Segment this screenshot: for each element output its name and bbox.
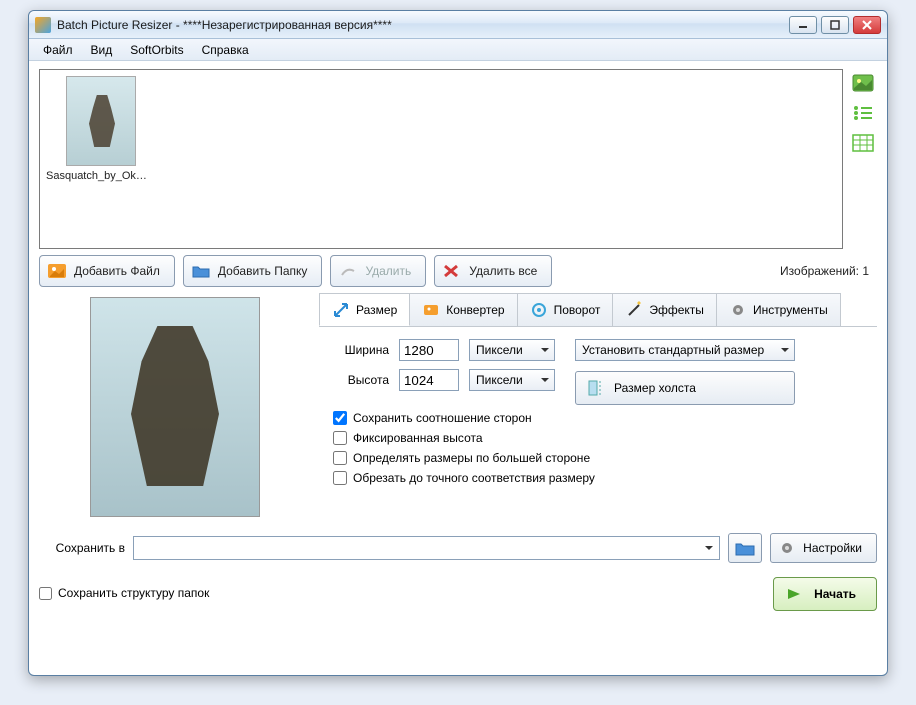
thumbnail-image xyxy=(66,76,136,166)
crop-exact-label: Обрезать до точного соответствия размеру xyxy=(353,471,595,485)
details-view-icon[interactable] xyxy=(851,133,875,153)
menu-file[interactable]: Файл xyxy=(35,41,81,59)
play-icon xyxy=(786,587,804,601)
preview-image xyxy=(90,297,260,517)
window-title: Batch Picture Resizer - ****Незарегистри… xyxy=(57,18,789,32)
keep-folder-structure-label: Сохранить структуру папок xyxy=(58,586,209,600)
image-count: Изображений: 1 xyxy=(780,264,877,278)
tab-converter-label: Конвертер xyxy=(446,303,504,317)
width-unit-select[interactable]: Пиксели xyxy=(469,339,555,361)
tab-rotate-label: Поворот xyxy=(554,303,601,317)
save-path-combo[interactable] xyxy=(133,536,720,560)
app-window: Batch Picture Resizer - ****Незарегистри… xyxy=(28,10,888,676)
list-view-icon[interactable] xyxy=(851,103,875,123)
detect-longer-label: Определять размеры по большей стороне xyxy=(353,451,590,465)
gear-icon xyxy=(779,540,795,556)
titlebar[interactable]: Batch Picture Resizer - ****Незарегистри… xyxy=(29,11,887,39)
delete-all-label: Удалить все xyxy=(469,264,537,278)
height-label: Высота xyxy=(333,373,389,387)
start-label: Начать xyxy=(814,587,856,601)
fixed-height-label: Фиксированная высота xyxy=(353,431,483,445)
delete-label: Удалить xyxy=(365,264,411,278)
preview-pane xyxy=(39,293,311,521)
detect-longer-checkbox[interactable] xyxy=(333,451,347,465)
width-label: Ширина xyxy=(333,343,389,357)
file-toolbar: Добавить Файл Добавить Папку Удалить Уда… xyxy=(39,255,877,287)
add-file-button[interactable]: Добавить Файл xyxy=(39,255,175,287)
tab-converter[interactable]: Конвертер xyxy=(409,293,517,326)
add-folder-label: Добавить Папку xyxy=(218,264,308,278)
keep-folder-structure-checkbox[interactable] xyxy=(39,587,52,600)
tab-size[interactable]: Размер xyxy=(319,293,410,326)
content-area: Sasquatch_by_Okmer... Добавить Файл xyxy=(29,61,887,675)
view-mode-icons xyxy=(849,69,877,249)
menu-view[interactable]: Вид xyxy=(83,41,121,59)
wand-icon xyxy=(625,301,643,319)
tab-rotate[interactable]: Поворот xyxy=(517,293,614,326)
menu-softorbits[interactable]: SoftOrbits xyxy=(122,41,191,59)
standard-size-select[interactable]: Установить стандартный размер xyxy=(575,339,795,361)
tab-effects[interactable]: Эффекты xyxy=(612,293,717,326)
browse-folder-button[interactable] xyxy=(728,533,762,563)
width-input[interactable] xyxy=(399,339,459,361)
fixed-height-checkbox[interactable] xyxy=(333,431,347,445)
keep-ratio-label: Сохранить соотношение сторон xyxy=(353,411,532,425)
thumbnail-caption: Sasquatch_by_Okmer... xyxy=(46,170,156,182)
crop-exact-checkbox[interactable] xyxy=(333,471,347,485)
add-file-icon xyxy=(48,264,66,278)
tab-effects-label: Эффекты xyxy=(649,303,704,317)
settings-button[interactable]: Настройки xyxy=(770,533,877,563)
rotate-icon xyxy=(530,301,548,319)
height-unit-select[interactable]: Пиксели xyxy=(469,369,555,391)
thumbnail-item[interactable]: Sasquatch_by_Okmer... xyxy=(46,76,156,182)
thumbnails-view-icon[interactable] xyxy=(851,73,875,93)
menubar: Файл Вид SoftOrbits Справка xyxy=(29,39,887,61)
start-button[interactable]: Начать xyxy=(773,577,877,611)
app-icon xyxy=(35,17,51,33)
window-controls xyxy=(789,16,881,34)
add-folder-button[interactable]: Добавить Папку xyxy=(183,255,323,287)
converter-icon xyxy=(422,301,440,319)
tab-size-label: Размер xyxy=(356,303,397,317)
tab-tools[interactable]: Инструменты xyxy=(716,293,841,326)
settings-label: Настройки xyxy=(803,541,862,555)
close-button[interactable] xyxy=(853,16,881,34)
delete-icon xyxy=(339,264,357,278)
folder-icon xyxy=(192,264,210,278)
save-row: Сохранить в Настройки xyxy=(39,533,877,563)
tab-tools-label: Инструменты xyxy=(753,303,828,317)
maximize-button[interactable] xyxy=(821,16,849,34)
height-input[interactable] xyxy=(399,369,459,391)
delete-all-button[interactable]: Удалить все xyxy=(434,255,552,287)
minimize-button[interactable] xyxy=(789,16,817,34)
canvas-icon xyxy=(586,379,604,397)
thumbnail-list[interactable]: Sasquatch_by_Okmer... xyxy=(39,69,843,249)
delete-button[interactable]: Удалить xyxy=(330,255,426,287)
canvas-size-label: Размер холста xyxy=(614,381,696,395)
resize-icon xyxy=(332,301,350,319)
delete-all-icon xyxy=(443,264,461,278)
canvas-size-button[interactable]: Размер холста xyxy=(575,371,795,405)
add-file-label: Добавить Файл xyxy=(74,264,160,278)
tab-strip: Размер Конвертер Поворот Эффекты xyxy=(319,293,877,327)
keep-ratio-checkbox[interactable] xyxy=(333,411,347,425)
tab-body-size: Ширина Пиксели Высота Пиксели Уст xyxy=(319,327,877,521)
gear-icon xyxy=(729,301,747,319)
menu-help[interactable]: Справка xyxy=(194,41,257,59)
save-to-label: Сохранить в xyxy=(39,541,125,555)
